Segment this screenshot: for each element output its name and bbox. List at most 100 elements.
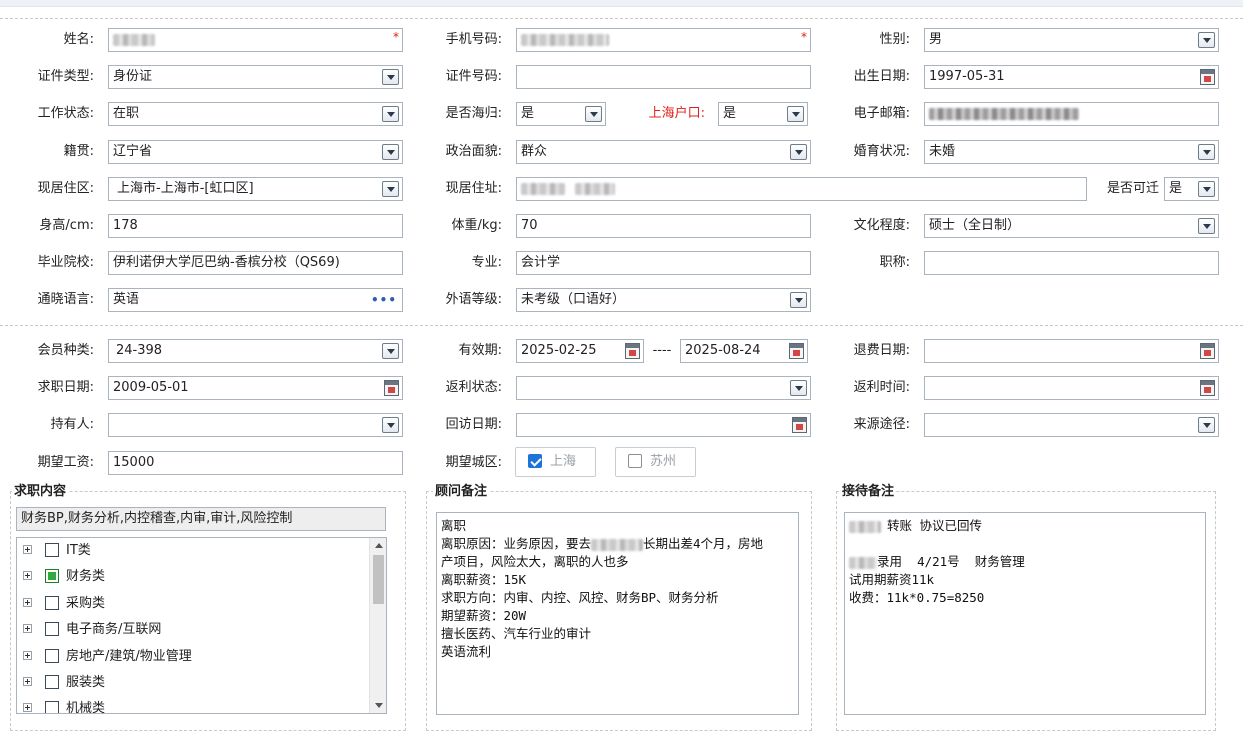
scroll-thumb[interactable]: [373, 555, 384, 604]
chevron-down-icon[interactable]: [790, 144, 807, 160]
expand-icon[interactable]: [23, 598, 32, 607]
chevron-down-icon[interactable]: [790, 292, 807, 308]
checkbox-checked-icon[interactable]: [528, 453, 542, 468]
checkbox-icon[interactable]: [45, 595, 59, 610]
consultant-notes-textarea[interactable]: 离职 离职原因：业务原因，要去 长期出差4个月，房地 产项目，风险太大，离职的人也…: [436, 512, 799, 715]
rebate-status-select[interactable]: [516, 376, 811, 400]
note-line: 离职: [441, 518, 467, 533]
title-input[interactable]: [924, 251, 1219, 275]
name-input[interactable]: *: [108, 28, 403, 52]
chevron-down-icon[interactable]: [382, 181, 399, 197]
expand-icon[interactable]: [23, 571, 32, 580]
valid-end-input[interactable]: 2025-08-24: [680, 339, 808, 363]
birth-date-input[interactable]: 1997-05-31: [924, 65, 1219, 89]
rebate-time-input[interactable]: [924, 376, 1219, 400]
weight-input[interactable]: 70: [516, 214, 811, 238]
city-option-shanghai[interactable]: 上海: [515, 447, 596, 477]
tree-item-it[interactable]: IT类: [23, 541, 91, 561]
tree-item-machinery[interactable]: 机械类: [23, 699, 105, 713]
expand-icon[interactable]: [23, 703, 32, 712]
more-options-icon[interactable]: •••: [371, 289, 397, 311]
checkbox-icon[interactable]: [45, 700, 59, 713]
language-input[interactable]: 英语 •••: [108, 288, 403, 312]
height-input[interactable]: 178: [108, 214, 403, 238]
valid-start-input[interactable]: 2025-02-25: [516, 339, 644, 363]
redacted-value: [521, 33, 609, 46]
native-place-select[interactable]: 辽宁省: [108, 140, 403, 164]
scroll-down-icon[interactable]: [375, 703, 383, 708]
expand-icon[interactable]: [23, 651, 32, 660]
chevron-down-icon[interactable]: [382, 106, 399, 122]
id-type-select[interactable]: 身份证: [108, 65, 403, 89]
phone-input[interactable]: *: [516, 28, 811, 52]
shanghai-hukou-select[interactable]: 是: [718, 102, 808, 126]
holder-select[interactable]: [108, 413, 403, 437]
checkbox-icon[interactable]: [45, 621, 59, 636]
current-area-select[interactable]: 上海市-上海市-[虹口区]: [108, 177, 403, 201]
email-input[interactable]: [924, 102, 1219, 126]
chevron-down-icon[interactable]: [790, 380, 807, 396]
calendar-icon[interactable]: [1200, 380, 1215, 396]
tree-item-apparel[interactable]: 服装类: [23, 673, 105, 693]
scroll-up-icon[interactable]: [375, 543, 383, 548]
school-input[interactable]: 伊利诺伊大学厄巴纳-香槟分校（QS69): [108, 251, 403, 275]
tree-item-ecommerce[interactable]: 电子商务/互联网: [23, 620, 161, 640]
source-select[interactable]: [924, 413, 1219, 437]
member-type-select[interactable]: 24-398: [108, 339, 403, 363]
chevron-down-icon[interactable]: [1198, 218, 1215, 234]
foreign-level-select[interactable]: 未考级（口语好）: [516, 288, 811, 312]
city-option-suzhou[interactable]: 苏州: [615, 447, 696, 477]
tree-item-purchase[interactable]: 采购类: [23, 594, 105, 614]
overseas-return-select[interactable]: 是: [516, 102, 606, 126]
checkbox-partial-icon[interactable]: [45, 568, 59, 583]
job-date-input[interactable]: 2009-05-01: [108, 376, 403, 400]
revisit-date-input[interactable]: [516, 413, 811, 437]
calendar-icon[interactable]: [792, 417, 807, 433]
redacted-value: [929, 107, 1079, 120]
tree-item-finance[interactable]: 财务类: [23, 567, 105, 587]
chevron-down-icon[interactable]: [382, 417, 399, 433]
relocatable-select[interactable]: 是: [1164, 177, 1219, 201]
political-status-select[interactable]: 群众: [516, 140, 811, 164]
expand-icon[interactable]: [23, 677, 32, 686]
gender-select[interactable]: 男: [924, 28, 1219, 52]
chevron-down-icon[interactable]: [1198, 144, 1215, 160]
calendar-icon[interactable]: [1200, 69, 1215, 85]
chevron-down-icon[interactable]: [787, 106, 804, 122]
tree-item-realestate[interactable]: 房地产/建筑/物业管理: [23, 647, 192, 667]
calendar-icon[interactable]: [625, 343, 640, 359]
expected-salary-input[interactable]: 15000: [108, 451, 403, 475]
expand-icon[interactable]: [23, 545, 32, 554]
calendar-icon[interactable]: [384, 380, 399, 396]
weight-value: 70: [521, 218, 538, 233]
chevron-down-icon[interactable]: [382, 343, 399, 359]
calendar-icon[interactable]: [789, 343, 804, 359]
current-address-input[interactable]: [516, 177, 1087, 201]
language-value: 英语: [113, 292, 140, 307]
job-category-tree[interactable]: IT类 财务类 采购类 电子商务/互联网 房地产/建筑/物业管理 服装类 机械类: [16, 537, 387, 714]
work-status-select[interactable]: 在职: [108, 102, 403, 126]
chevron-down-icon[interactable]: [585, 106, 602, 122]
education-select[interactable]: 硕士（全日制）: [924, 214, 1219, 238]
note-line: 转账 协议已回传: [849, 517, 1201, 535]
valid-end-value: 2025-08-24: [685, 343, 761, 358]
reception-notes-textarea[interactable]: 转账 协议已回传 录用 4/21号 财务管理 试用期薪资11k 收费：11k*0…: [844, 512, 1206, 715]
expand-icon[interactable]: [23, 624, 32, 633]
checkbox-icon[interactable]: [45, 674, 59, 689]
rebate-time-label: 返利时间:: [853, 380, 910, 395]
major-value: 会计学: [521, 255, 561, 270]
marital-status-select[interactable]: 未婚: [924, 140, 1219, 164]
chevron-down-icon[interactable]: [1198, 32, 1215, 48]
chevron-down-icon[interactable]: [1198, 181, 1215, 197]
refund-date-input[interactable]: [924, 339, 1219, 363]
chevron-down-icon[interactable]: [382, 69, 399, 85]
calendar-icon[interactable]: [1200, 343, 1215, 359]
major-input[interactable]: 会计学: [516, 251, 811, 275]
chevron-down-icon[interactable]: [1198, 417, 1215, 433]
checkbox-empty-icon[interactable]: [628, 453, 642, 468]
chevron-down-icon[interactable]: [382, 144, 399, 160]
checkbox-icon[interactable]: [45, 648, 59, 663]
tree-scrollbar[interactable]: [369, 538, 386, 713]
id-number-input[interactable]: [516, 65, 811, 89]
checkbox-icon[interactable]: [45, 542, 59, 557]
